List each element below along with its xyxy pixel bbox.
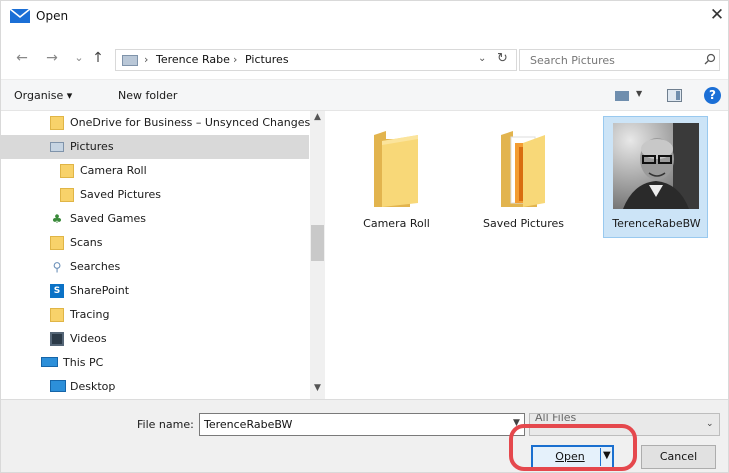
search-icon: ⚲: [52, 260, 62, 274]
open-button-label: Open: [555, 450, 585, 463]
chevron-down-icon[interactable]: ⌄: [478, 53, 486, 64]
nav-item-camera-roll[interactable]: Camera Roll: [1, 159, 309, 183]
folder-icon: [50, 308, 64, 322]
folder-tile-camera-roll[interactable]: Camera Roll: [344, 117, 449, 239]
close-button[interactable]: ✕: [707, 5, 727, 25]
up-button[interactable]: ↑: [89, 49, 107, 67]
nav-item-desktop[interactable]: Desktop: [1, 375, 309, 399]
folder-icon: [50, 236, 64, 250]
organise-button[interactable]: Organise ▾: [14, 89, 72, 102]
chevron-down-icon[interactable]: ▼: [513, 418, 520, 428]
nav-item-label: Scans: [70, 236, 103, 249]
chevron-down-icon[interactable]: ⌄: [706, 419, 714, 429]
search-input[interactable]: Search Pictures: [519, 49, 720, 71]
file-name-value: TerenceRabeBW: [204, 418, 293, 431]
nav-item-onedrive-unsynced[interactable]: OneDrive for Business – Unsynced Changes: [1, 111, 311, 135]
folder-icon: [60, 188, 74, 202]
location-icon: [122, 55, 138, 66]
nav-item-label: Desktop: [70, 380, 116, 393]
cancel-button[interactable]: Cancel: [641, 445, 716, 469]
file-list: Camera Roll Saved Pictures TerenceRabeBW: [326, 111, 728, 399]
image-tile-terencerabebw[interactable]: TerenceRabeBW: [603, 116, 708, 238]
nav-item-label: Tracing: [70, 308, 110, 321]
refresh-icon[interactable]: ↻: [497, 51, 508, 66]
breadcrumb-terence-rabe[interactable]: Terence Rabe: [156, 53, 230, 66]
saved-games-icon: ♣: [51, 212, 63, 226]
help-icon[interactable]: ?: [704, 87, 721, 104]
split-divider: [600, 448, 601, 466]
nav-item-tracing[interactable]: Tracing: [1, 303, 309, 327]
file-name-label: File name:: [137, 418, 194, 431]
preview-pane-icon[interactable]: [667, 89, 682, 102]
back-button[interactable]: ←: [13, 49, 31, 67]
recent-locations-button[interactable]: ⌄: [70, 49, 88, 67]
sharepoint-icon: S: [50, 284, 64, 298]
desktop-icon: [50, 380, 66, 392]
breadcrumb-pictures[interactable]: Pictures: [245, 53, 289, 66]
nav-item-label: Pictures: [70, 140, 114, 153]
nav-item-sharepoint[interactable]: S SharePoint: [1, 279, 309, 303]
nav-item-saved-pictures[interactable]: Saved Pictures: [1, 183, 309, 207]
command-bar: Organise ▾ New folder ▼ ?: [1, 79, 728, 111]
nav-item-saved-games[interactable]: ♣ Saved Games: [1, 207, 309, 231]
photo-thumbnail: [613, 123, 699, 209]
open-button[interactable]: Open ▼: [531, 445, 614, 469]
nav-item-label: Searches: [70, 260, 121, 273]
tile-label: Camera Roll: [363, 217, 430, 230]
scroll-up-icon[interactable]: ▲: [310, 112, 325, 122]
tile-label: TerenceRabeBW: [612, 217, 701, 230]
folder-icon: [60, 164, 74, 178]
breadcrumb-separator: ›: [144, 53, 149, 66]
nav-item-this-pc[interactable]: This PC: [1, 351, 309, 375]
window-title: Open: [36, 9, 69, 23]
file-type-select[interactable]: All Files ⌄: [529, 413, 720, 436]
dialog-footer: File name: TerenceRabeBW ▼ All Files ⌄ O…: [1, 399, 728, 472]
title-bar: Open ✕: [1, 1, 728, 31]
open-dialog: Open ✕ ← → ⌄ ↑ › Terence Rabe › Pictures…: [0, 0, 729, 473]
open-dropdown-icon[interactable]: ▼: [603, 450, 611, 461]
nav-item-pictures[interactable]: Pictures: [1, 135, 309, 159]
nav-item-searches[interactable]: ⚲ Searches: [1, 255, 309, 279]
address-bar[interactable]: › Terence Rabe › Pictures ⌄ ↻: [115, 49, 517, 71]
file-type-value: All Files: [535, 413, 577, 424]
scroll-down-icon[interactable]: ▼: [310, 383, 325, 393]
nav-item-label: Camera Roll: [80, 164, 147, 177]
videos-icon: [50, 332, 64, 346]
nav-scrollbar-thumb[interactable]: [311, 225, 324, 261]
computer-icon: [41, 357, 58, 367]
folder-icon: [50, 116, 64, 130]
forward-button[interactable]: →: [43, 49, 61, 67]
nav-item-label: Saved Games: [70, 212, 146, 225]
mail-icon: [10, 9, 30, 23]
breadcrumb-separator: ›: [233, 53, 238, 66]
nav-item-videos[interactable]: Videos: [1, 327, 309, 351]
search-placeholder: Search Pictures: [530, 54, 615, 67]
new-folder-button[interactable]: New folder: [118, 89, 177, 102]
view-caret-icon[interactable]: ▼: [636, 89, 642, 98]
nav-item-scans[interactable]: Scans: [1, 231, 309, 255]
folder-tile-saved-pictures[interactable]: Saved Pictures: [471, 117, 576, 239]
nav-item-label: Saved Pictures: [80, 188, 162, 201]
folder-icon: [374, 131, 418, 207]
tile-label: Saved Pictures: [482, 217, 565, 230]
nav-item-label: This PC: [63, 356, 104, 369]
file-name-field[interactable]: TerenceRabeBW ▼: [199, 413, 525, 436]
folder-with-files-icon: [501, 131, 545, 207]
cancel-button-label: Cancel: [659, 450, 698, 463]
search-icon[interactable]: [704, 53, 716, 65]
nav-item-label: OneDrive for Business – Unsynced Changes: [70, 116, 311, 129]
nav-item-label: SharePoint: [70, 284, 130, 297]
change-view-icon[interactable]: [615, 91, 629, 101]
pictures-icon: [50, 142, 64, 152]
navigation-pane: OneDrive for Business – Unsynced Changes…: [1, 111, 325, 399]
nav-item-label: Videos: [70, 332, 107, 345]
